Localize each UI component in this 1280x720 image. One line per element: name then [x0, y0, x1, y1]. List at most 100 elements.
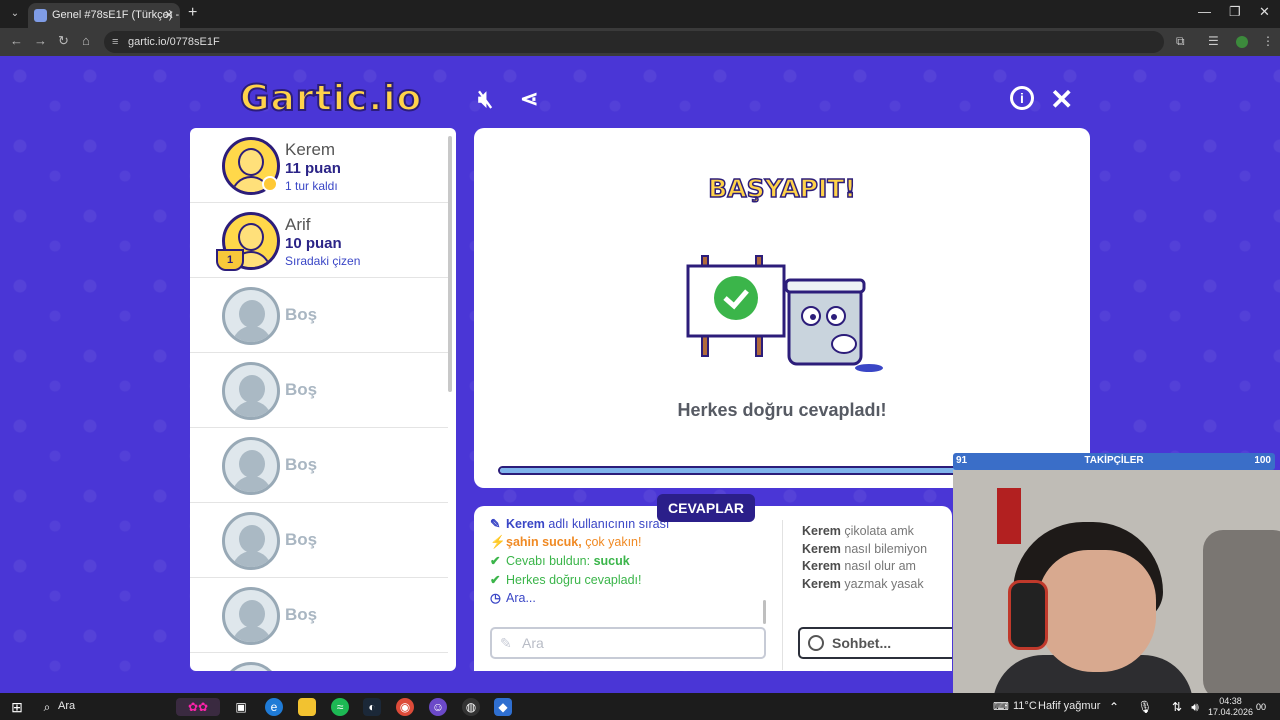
answer-message: ✔ Herkes doğru cevapladı!	[490, 572, 770, 591]
url-text: gartic.io/0778sE1F	[128, 36, 220, 48]
forward-icon[interactable]: →	[34, 33, 47, 48]
answers-chat-panel: ✎ Kerem adlı kullanıcının sırası ⚡şahin su…	[474, 506, 952, 671]
task-view-icon[interactable]: ▣	[232, 698, 250, 716]
edge-icon[interactable]: e	[265, 698, 283, 716]
weather-desc[interactable]: Hafif yağmur	[1038, 700, 1100, 712]
followers-goal: 100	[1254, 455, 1271, 466]
close-icon[interactable]: ✕	[1050, 83, 1073, 116]
mic-icon[interactable]: 🎙︎	[1136, 698, 1154, 716]
mute-icon[interactable]: 🔇︎	[478, 86, 493, 114]
back-icon[interactable]: ←	[10, 33, 23, 48]
slot-label: Boş	[285, 305, 318, 324]
logo-text: Gartic.io	[239, 77, 423, 120]
tab-search-icon[interactable]: ⌄	[6, 5, 24, 23]
message-text: adlı kullanıcının sırası	[544, 517, 670, 531]
empty-avatar-icon	[222, 287, 280, 345]
window-close-button[interactable]: ✕	[1259, 4, 1270, 20]
webcam-feed	[953, 470, 1280, 693]
info-icon[interactable]: i	[1010, 86, 1034, 110]
weather-temp[interactable]: 11°C	[1013, 700, 1037, 712]
player-row: 1 Arif 10 puan Sıradaki çizen	[190, 203, 448, 278]
message-text: çok yakın!	[581, 534, 642, 549]
network-icon[interactable]: ⇅	[1168, 698, 1186, 716]
menu-icon[interactable]: ⋮	[1262, 34, 1274, 48]
taskbar-search-label[interactable]: Ara	[58, 700, 75, 712]
panel-divider	[782, 520, 783, 670]
empty-slot	[190, 653, 448, 671]
answer-message: ⚡şahin sucuk, çok yakın!	[490, 535, 770, 554]
message-answer: sucuk	[593, 554, 630, 568]
chat-text: nasıl bilemiyon	[844, 541, 928, 556]
notifications-icon[interactable]: 00	[1252, 698, 1270, 716]
discord-icon[interactable]: ☺	[429, 698, 447, 716]
slot-label: Boş	[285, 380, 318, 399]
obs-icon[interactable]: ◍	[462, 698, 480, 716]
slot-label: Boş	[285, 455, 318, 474]
drawing-badge-icon	[262, 176, 278, 192]
taskbar: ⊞ ⌕ Ara ✿✿ ▣ e ≈ ◐ ◉ ☺ ◍ ◆ ⌨ 11°C Hafif …	[0, 693, 1280, 720]
chat-text: çikolata amk	[844, 524, 914, 538]
chat-user: Kerem	[802, 541, 841, 556]
tray-chevron-icon[interactable]: ⌃	[1105, 698, 1123, 716]
reload-icon[interactable]: ↻	[58, 33, 69, 49]
media-icon[interactable]: ☰	[1208, 34, 1219, 48]
answers-list: ✎ Kerem adlı kullanıcının sırası ⚡şahin su…	[490, 516, 770, 624]
clock-date: 17.04.2026	[1208, 707, 1254, 717]
new-tab-button[interactable]: +	[188, 4, 197, 22]
chat-list: Kerem çikolata amk Kerem nasıl bilemiyon K…	[802, 524, 952, 594]
minimize-button[interactable]: —	[1198, 4, 1211, 19]
url-field[interactable]: ≡ gartic.io/0778sE1F	[104, 31, 1164, 53]
empty-avatar-icon	[222, 662, 280, 671]
message-status-icon: ✔	[490, 554, 501, 568]
player-points: 11 puan	[285, 160, 341, 177]
round-progress-fill	[500, 468, 1012, 473]
search-icon[interactable]: ⌕	[38, 698, 56, 716]
answers-tab[interactable]: CEVAPLAR	[657, 494, 755, 522]
empty-avatar-icon	[222, 587, 280, 645]
trophy-icon: 1	[216, 249, 244, 271]
pencil-icon: ✎	[500, 635, 512, 651]
message-status-icon: ✔	[490, 572, 501, 587]
answer-message: ◷ Ara...	[490, 590, 770, 609]
answers-scrollbar[interactable]	[763, 600, 766, 624]
result-title: BAŞYAPIT!	[707, 173, 856, 204]
file-explorer-icon[interactable]	[298, 698, 316, 716]
clock[interactable]: 04:38 17.04.2026	[1208, 696, 1253, 718]
browser-tab[interactable]: Genel #78sE1F (Türkçe) - Gartic ✕	[28, 3, 180, 28]
empty-slot: Boş	[190, 503, 448, 578]
keyboard-icon[interactable]: ⌨	[992, 698, 1010, 716]
share-icon[interactable]: ⋖	[520, 86, 538, 112]
chat-input[interactable]: Sohbet...	[798, 627, 952, 659]
tulips-widget-icon[interactable]: ✿✿	[176, 698, 220, 716]
masterpiece-illustration-icon	[686, 255, 883, 372]
chat-message: Kerem nasıl bilemiyon	[802, 542, 952, 560]
chat-user: Kerem	[802, 524, 841, 538]
steam-icon[interactable]: ◐	[363, 698, 381, 716]
windows-start-icon[interactable]: ⊞	[8, 698, 26, 716]
profile-avatar[interactable]	[1236, 36, 1248, 48]
answer-input[interactable]: ✎ Ara	[490, 627, 766, 659]
player-row: Kerem 11 puan 1 tur kaldı	[190, 128, 448, 203]
app-icon[interactable]: ◆	[494, 698, 512, 716]
chat-message: Kerem yazmak yasak	[802, 577, 952, 595]
slot-label: Boş	[285, 605, 318, 624]
spotify-icon[interactable]: ≈	[331, 698, 349, 716]
empty-avatar-icon	[222, 362, 280, 420]
result-panel: BAŞYAPIT! Herkes doğru cevapladı!	[474, 128, 1090, 488]
empty-slot: Boş	[190, 578, 448, 653]
player-status: Sıradaki çizen	[285, 254, 361, 268]
chrome-icon[interactable]: ◉	[396, 698, 414, 716]
players-scrollbar[interactable]	[448, 136, 452, 392]
extensions-icon[interactable]: ⧉	[1176, 34, 1185, 49]
restore-button[interactable]: ❐	[1229, 4, 1241, 20]
message-text: Herkes doğru cevapladı!	[506, 572, 642, 587]
gartic-logo: Gartic.io	[239, 77, 422, 124]
chat-text: nasıl olur am	[844, 559, 916, 573]
empty-slot: Boş	[190, 428, 448, 503]
site-info-icon[interactable]: ≡	[112, 31, 118, 53]
empty-slot: Boş	[190, 278, 448, 353]
home-icon[interactable]: ⌂	[82, 33, 90, 48]
message-user: Kerem	[506, 517, 545, 531]
tab-close-icon[interactable]: ✕	[164, 3, 174, 28]
volume-icon[interactable]: 🔊︎	[1186, 698, 1204, 716]
